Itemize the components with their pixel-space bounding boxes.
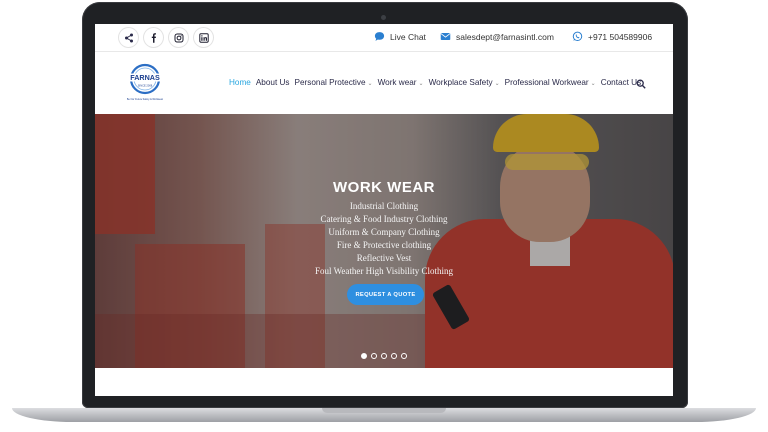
- nav-home-label: Home: [229, 78, 251, 87]
- slide-dot-1[interactable]: [361, 353, 367, 359]
- hero-line: Fire & Protective clothing: [336, 240, 432, 250]
- hero-line: Catering & Food Industry Clothing: [320, 214, 448, 224]
- hero-line: Industrial Clothing: [349, 201, 419, 211]
- envelope-icon: [440, 33, 451, 40]
- hero-slider: WORK WEAR Industrial Clothing Catering &…: [95, 114, 673, 368]
- chevron-down-icon: ⌄: [590, 81, 596, 87]
- nav-work-wear-label: Work wear: [377, 78, 417, 87]
- nav-workplace-safety[interactable]: Workplace Safety ⌄: [429, 78, 500, 87]
- nav-workplace-safety-label: Workplace Safety: [428, 78, 493, 87]
- slide-dot-3[interactable]: [381, 353, 387, 359]
- laptop-notch: [322, 408, 446, 413]
- logo-since: SINCE 2008: [138, 84, 153, 88]
- content-section: [95, 368, 673, 396]
- email-text: salesdept@farnasintl.com: [456, 31, 554, 42]
- chevron-down-icon: ⌄: [418, 81, 424, 87]
- email-link[interactable]: salesdept@farnasintl.com: [440, 31, 554, 42]
- main-navbar: FARNAS SINCE 2008 Be Our Future Safety &…: [95, 52, 673, 114]
- logo-name: FARNAS: [130, 73, 160, 82]
- slide-dot-2[interactable]: [371, 353, 377, 359]
- webcam: [381, 15, 386, 20]
- nav-professional-workwear[interactable]: Professional Workwear ⌄: [505, 78, 596, 87]
- nav-about-label: About Us: [255, 78, 290, 87]
- chevron-down-icon: ⌄: [494, 81, 500, 87]
- whatsapp-icon: [572, 31, 583, 42]
- nav-personal-protective[interactable]: Personal Protective ⌄: [295, 78, 373, 87]
- facebook-icon[interactable]: [144, 28, 163, 47]
- nav-work-wear[interactable]: Work wear ⌄: [378, 78, 424, 87]
- hero-service-list: Industrial Clothing Catering & Food Indu…: [95, 200, 673, 278]
- phone-number: +971 504589906: [588, 31, 653, 42]
- slider-dots: [361, 353, 407, 359]
- live-chat-link[interactable]: Live Chat: [374, 31, 426, 42]
- browser-screen: Live Chat salesdept@farnasintl.com +971 …: [95, 24, 673, 396]
- chevron-down-icon: ⌄: [367, 81, 373, 87]
- logo-tagline: Be Our Future Safety & Workwear: [127, 98, 163, 101]
- linkedin-icon[interactable]: [194, 28, 213, 47]
- chat-bubble-icon: [374, 32, 385, 41]
- phone-link[interactable]: +971 504589906: [572, 31, 652, 42]
- nav-professional-workwear-label: Professional Workwear: [504, 78, 589, 87]
- share-icon[interactable]: [119, 28, 138, 47]
- nav-menu: Home About Us Personal Protective ⌄ Work …: [229, 78, 646, 87]
- slide-dot-5[interactable]: [401, 353, 407, 359]
- farnas-logo[interactable]: FARNAS SINCE 2008 Be Our Future Safety &…: [119, 63, 171, 103]
- hero-title: WORK WEAR: [333, 179, 435, 196]
- slide-dot-4[interactable]: [391, 353, 397, 359]
- hero-line: Reflective Vest: [356, 253, 412, 263]
- search-icon[interactable]: [636, 79, 646, 89]
- nav-personal-protective-label: Personal Protective: [294, 78, 366, 87]
- request-quote-button[interactable]: REQUEST A QUOTE: [347, 284, 424, 305]
- hero-line: Uniform & Company Clothing: [328, 227, 440, 237]
- top-bar: Live Chat salesdept@farnasintl.com +971 …: [95, 24, 673, 52]
- nav-about-us[interactable]: About Us: [256, 78, 290, 87]
- live-chat-label: Live Chat: [390, 31, 426, 42]
- instagram-icon[interactable]: [169, 28, 188, 47]
- hero-line: Foul Weather High Visibility Clothing: [315, 266, 453, 276]
- nav-home[interactable]: Home: [229, 78, 251, 87]
